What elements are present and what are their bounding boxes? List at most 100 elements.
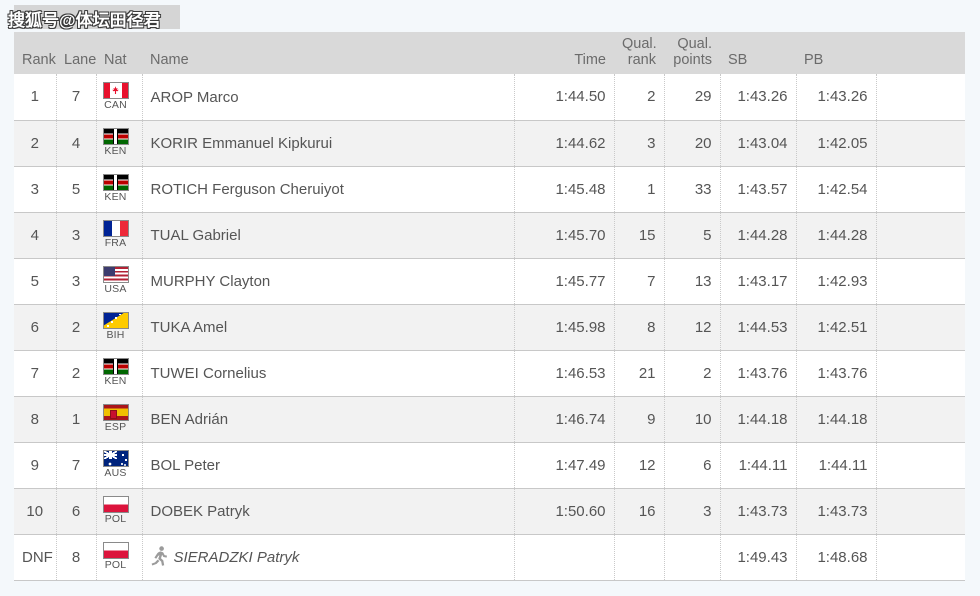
table-row[interactable]: 1 7 CAN AROP Marco 1:44.50 2 29 1:43.26 1:43.26 bbox=[14, 74, 965, 121]
table-row[interactable]: 6 2 BIH TUKA Amel 1:45.98 8 12 1:44.53 1:42.51 bbox=[14, 304, 965, 351]
cell-pb: 1:43.73 bbox=[796, 488, 877, 535]
cell-name[interactable]: MURPHY Clayton bbox=[142, 258, 515, 305]
runner-icon bbox=[151, 546, 167, 566]
cell-qual-points: 3 bbox=[664, 488, 721, 535]
athlete-name: TUKA Amel bbox=[150, 318, 228, 336]
header-qual-points[interactable]: Qual. points bbox=[664, 32, 720, 74]
flag-block: KEN bbox=[99, 128, 133, 157]
cell-nat: KEN bbox=[96, 350, 143, 397]
header-sb[interactable]: SB bbox=[720, 32, 796, 74]
cell-rank: 5 bbox=[14, 258, 57, 305]
cell-blank bbox=[876, 488, 965, 535]
cell-qual-points: 5 bbox=[664, 212, 721, 259]
table-row[interactable]: 2 4 KEN KORIR Emmanuel Kipkurui 1:44.62 3 20 1:… bbox=[14, 120, 965, 167]
flag-block: BIH bbox=[99, 312, 133, 341]
table-header: Rank Lane Nat Name Time Qual. rank Qual.… bbox=[14, 32, 965, 74]
flag-pol-icon bbox=[102, 496, 129, 513]
cell-name[interactable]: DOBEK Patryk bbox=[142, 488, 515, 535]
cell-qual-rank: 16 bbox=[614, 488, 665, 535]
flag-pol-icon bbox=[102, 542, 129, 559]
header-pb[interactable]: PB bbox=[796, 32, 876, 74]
cell-blank bbox=[876, 304, 965, 351]
cell-qual-rank: 9 bbox=[614, 396, 665, 443]
header-name[interactable]: Name bbox=[142, 32, 514, 74]
cell-qual-points: 29 bbox=[664, 74, 721, 121]
cell-name[interactable]: SIERADZKI Patryk bbox=[142, 534, 515, 581]
cell-name[interactable]: BOL Peter bbox=[142, 442, 515, 489]
cell-lane: 5 bbox=[56, 166, 97, 213]
athlete-name: BOL Peter bbox=[150, 456, 220, 474]
cell-sb: 1:44.18 bbox=[720, 396, 797, 443]
cell-qual-points: 20 bbox=[664, 120, 721, 167]
table-row[interactable]: 8 1 ESP BEN Adrián 1:46.74 9 10 1:44.18 1:44.18 bbox=[14, 396, 965, 443]
header-qual-rank-line1: Qual. bbox=[622, 36, 657, 52]
cell-lane: 4 bbox=[56, 120, 97, 167]
cell-nat: KEN bbox=[96, 120, 143, 167]
cell-name[interactable]: ROTICH Ferguson Cheruiyot bbox=[142, 166, 515, 213]
cell-sb: 1:49.43 bbox=[720, 534, 797, 581]
cell-qual-rank bbox=[614, 534, 665, 581]
cell-qual-points: 2 bbox=[664, 350, 721, 397]
header-qual-rank[interactable]: Qual. rank bbox=[614, 32, 664, 74]
flag-ken-icon bbox=[102, 174, 129, 191]
cell-time: 1:50.60 bbox=[514, 488, 615, 535]
cell-name[interactable]: TUKA Amel bbox=[142, 304, 515, 351]
cell-nat: ESP bbox=[96, 396, 143, 443]
flag-esp-icon bbox=[102, 404, 129, 421]
cell-pb: 1:42.54 bbox=[796, 166, 877, 213]
cell-nat: POL bbox=[96, 534, 143, 581]
cell-time: 1:45.48 bbox=[514, 166, 615, 213]
flag-block: KEN bbox=[99, 358, 133, 387]
cell-sb: 1:43.26 bbox=[720, 74, 797, 121]
header-lane[interactable]: Lane bbox=[56, 32, 96, 74]
cell-blank bbox=[876, 534, 965, 581]
cell-qual-rank: 3 bbox=[614, 120, 665, 167]
cell-name[interactable]: BEN Adrián bbox=[142, 396, 515, 443]
table-row[interactable]: DNF 8 POL SIERADZKI Patryk 1:49.43 1:48.68 bbox=[14, 534, 965, 581]
cell-qual-points: 12 bbox=[664, 304, 721, 351]
nat-code: KEN bbox=[104, 191, 127, 203]
cell-qual-points: 33 bbox=[664, 166, 721, 213]
header-blank bbox=[876, 32, 965, 74]
cell-blank bbox=[876, 74, 965, 121]
header-qual-points-line2: points bbox=[673, 52, 712, 68]
cell-time: 1:47.49 bbox=[514, 442, 615, 489]
table-row[interactable]: 3 5 KEN ROTICH Ferguson Cheruiyot 1:45.48 1 33… bbox=[14, 166, 965, 213]
cell-nat: CAN bbox=[96, 74, 143, 121]
cell-blank bbox=[876, 212, 965, 259]
cell-qual-rank: 1 bbox=[614, 166, 665, 213]
cell-nat: BIH bbox=[96, 304, 143, 351]
cell-name[interactable]: TUAL Gabriel bbox=[142, 212, 515, 259]
cell-name[interactable]: AROP Marco bbox=[142, 74, 515, 121]
cell-blank bbox=[876, 166, 965, 213]
athlete-name: DOBEK Patryk bbox=[150, 502, 250, 520]
cell-rank: 3 bbox=[14, 166, 57, 213]
cell-qual-points: 10 bbox=[664, 396, 721, 443]
flag-block: ESP bbox=[99, 404, 133, 433]
flag-fra-icon bbox=[102, 220, 129, 237]
flag-aus-icon bbox=[102, 450, 129, 467]
nat-code: ESP bbox=[104, 421, 127, 433]
cell-lane: 3 bbox=[56, 258, 97, 305]
cell-qual-rank: 12 bbox=[614, 442, 665, 489]
results-table-container: Rank Lane Nat Name Time Qual. rank Qual.… bbox=[14, 32, 965, 581]
table-row[interactable]: 5 3 USA MURPHY Clayton 1:45.77 7 13 1:43.17 1:42… bbox=[14, 258, 965, 305]
header-nat[interactable]: Nat bbox=[96, 32, 142, 74]
cell-time: 1:46.53 bbox=[514, 350, 615, 397]
nat-code: BIH bbox=[106, 329, 125, 341]
cell-name[interactable]: KORIR Emmanuel Kipkurui bbox=[142, 120, 515, 167]
results-table: Rank Lane Nat Name Time Qual. rank Qual.… bbox=[14, 32, 965, 581]
header-time[interactable]: Time bbox=[514, 32, 614, 74]
nat-code: AUS bbox=[104, 467, 127, 479]
cell-sb: 1:43.73 bbox=[720, 488, 797, 535]
table-row[interactable]: 10 6 POL DOBEK Patryk 1:50.60 16 3 1:43.73 1:43.… bbox=[14, 488, 965, 535]
header-rank[interactable]: Rank bbox=[14, 32, 56, 74]
cell-lane: 7 bbox=[56, 442, 97, 489]
cell-nat: AUS bbox=[96, 442, 143, 489]
table-row[interactable]: 9 7 AUS BOL Peter 1:47.49 12 6 1:44.11 1:44.11 bbox=[14, 442, 965, 489]
table-row[interactable]: 4 3 FRA TUAL Gabriel 1:45.70 15 5 1:44.28 1:44.2… bbox=[14, 212, 965, 259]
table-row[interactable]: 7 2 KEN TUWEI Cornelius 1:46.53 21 2 1:43.76 1:4… bbox=[14, 350, 965, 397]
cell-lane: 7 bbox=[56, 74, 97, 121]
cell-sb: 1:44.53 bbox=[720, 304, 797, 351]
cell-name[interactable]: TUWEI Cornelius bbox=[142, 350, 515, 397]
